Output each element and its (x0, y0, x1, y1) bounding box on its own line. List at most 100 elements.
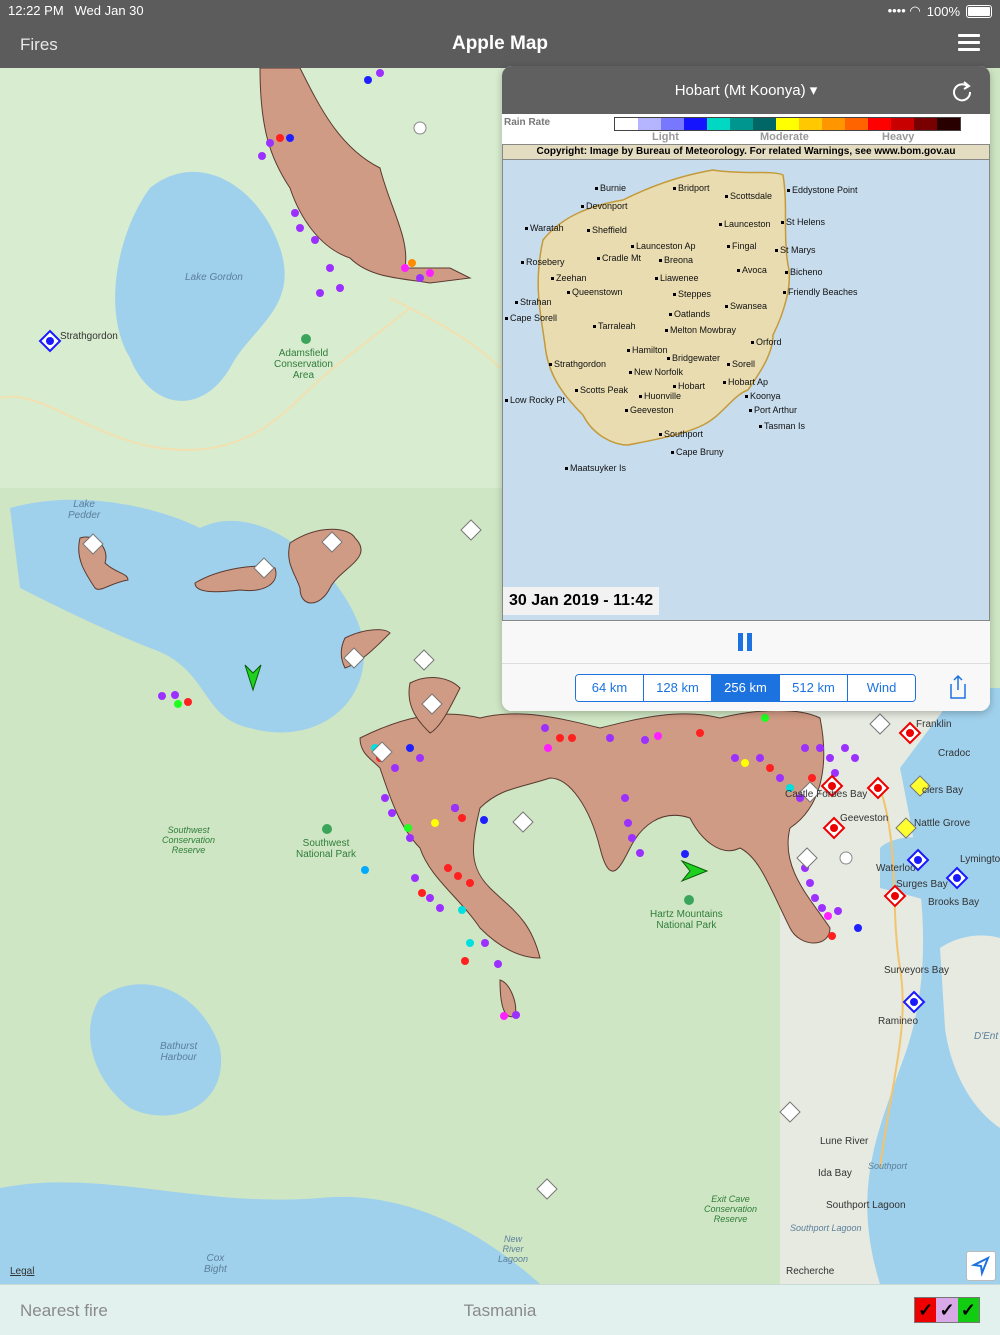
hamburger-menu-icon[interactable] (958, 34, 980, 52)
status-time-date: 12:22 PM Wed Jan 30 (8, 3, 144, 18)
map-label-new-river: New River Lagoon (498, 1234, 529, 1264)
radar-panel: Hobart (Mt Koonya) ▾ Rain Rate Light Mod… (502, 66, 990, 711)
radar-place-label: Waratah (525, 223, 564, 233)
current-location-button[interactable] (966, 1251, 996, 1281)
range-segmented-control: 64 km 128 km 256 km 512 km Wind (575, 674, 916, 702)
range-option[interactable]: 128 km (644, 675, 712, 701)
map-label-southport-water: Southport (868, 1161, 908, 1171)
pause-icon[interactable] (738, 633, 752, 651)
radar-place-label: Huonville (639, 391, 681, 401)
radar-place-label: Sorell (727, 359, 755, 369)
wifi-icon: •••• ◠ (887, 3, 921, 18)
map-label-recherche: Recherche (786, 1266, 835, 1277)
map-label-adamsfield: Adamsfield Conservation Area (274, 348, 333, 381)
page-title: Apple Map (451, 33, 549, 54)
scale-swatch (868, 118, 891, 130)
scale-swatch (730, 118, 753, 130)
radar-location-selector[interactable]: Hobart (Mt Koonya) ▾ (502, 81, 990, 99)
radar-place-label: Breona (659, 255, 693, 265)
radar-place-label: Strahan (515, 297, 552, 307)
filter-check[interactable]: ✓ (957, 1298, 979, 1322)
radar-place-label: Scotts Peak (575, 385, 628, 395)
radar-place-label: Melton Mowbray (665, 325, 736, 335)
radar-place-label: Swansea (725, 301, 767, 311)
filter-check[interactable]: ✓ (915, 1298, 937, 1322)
radar-place-label: Bridport (673, 183, 710, 193)
radar-image: Copyright: Image by Bureau of Meteorolog… (502, 144, 990, 621)
scale-swatch (822, 118, 845, 130)
filter-check[interactable]: ✓ (936, 1298, 958, 1322)
radar-place-label: Zeehan (551, 273, 587, 283)
map-label-cox-bight: Cox Bight (204, 1253, 227, 1275)
scale-swatch (684, 118, 707, 130)
radar-place-label: Sheffield (587, 225, 627, 235)
share-icon[interactable] (948, 674, 968, 700)
range-option[interactable]: 512 km (780, 675, 848, 701)
map-label-surveyors-bay: Surveyors Bay (884, 965, 950, 976)
radar-place-label: Liawenee (655, 273, 699, 283)
scale-swatch (615, 118, 638, 130)
scale-label-heavy: Heavy (882, 131, 915, 143)
radar-place-label: Cradle Mt (597, 253, 641, 263)
radar-place-label: Tasman Is (759, 421, 805, 431)
scale-swatch (638, 118, 661, 130)
playback-controls (502, 621, 990, 664)
radar-place-label: Port Arthur (749, 405, 797, 415)
status-bar: 12:22 PM Wed Jan 30 •••• ◠ 100% (0, 0, 1000, 20)
radar-place-label: Steppes (673, 289, 711, 299)
radar-place-label: Bridgewater (667, 353, 720, 363)
radar-place-label: Launceston (719, 219, 771, 229)
rain-rate-label: Rain Rate (504, 117, 551, 128)
radar-place-label: Devonport (581, 201, 628, 211)
radar-place-label: Strathgordon (549, 359, 606, 369)
legal-link[interactable]: Legal (10, 1266, 34, 1277)
refresh-icon[interactable] (950, 78, 974, 102)
map-label-ida-bay: Ida Bay (818, 1168, 852, 1179)
rain-rate-scale (614, 117, 961, 131)
scale-label-moderate: Moderate (760, 131, 809, 143)
radar-place-label: Hamilton (627, 345, 668, 355)
scale-swatch (661, 118, 684, 130)
radar-place-label: Southport (659, 429, 703, 439)
radar-place-label: Cape Bruny (671, 447, 724, 457)
radar-place-label: Launceston Ap (631, 241, 696, 251)
range-option[interactable]: 64 km (576, 675, 644, 701)
range-option[interactable]: 256 km (712, 675, 780, 701)
scale-swatch (891, 118, 914, 130)
radar-place-label: Geeveston (625, 405, 674, 415)
map-label-geeveston: Geeveston (840, 813, 889, 824)
map-label-brooks-bay: Brooks Bay (928, 897, 980, 908)
scale-swatch (776, 118, 799, 130)
battery-percent: 100% (926, 3, 960, 19)
radar-place-label: Avoca (737, 265, 767, 275)
range-controls: 64 km 128 km 256 km 512 km Wind (502, 664, 990, 711)
map-label-cradoc: Cradoc (938, 748, 971, 759)
map-label-surges-bay: Surges Bay (896, 879, 948, 890)
radar-place-label: St Helens (781, 217, 825, 227)
radar-place-label: Scottsdale (725, 191, 772, 201)
radar-place-label: Low Rocky Pt (505, 395, 565, 405)
map-label-southport-lagoon-water: Southport Lagoon (790, 1223, 862, 1233)
map-label-exit-cave: Exit Cave Conservation Reserve (704, 1194, 758, 1224)
map-label-bathurst: Bathurst Harbour (160, 1041, 198, 1063)
radar-place-label: Cape Sorell (505, 313, 557, 323)
map-label-nattle-grove: Nattle Grove (914, 818, 971, 829)
radar-place-label: Burnie (595, 183, 626, 193)
radar-place-label: Koonya (745, 391, 781, 401)
map-label-cygnet: ciers Bay (922, 785, 964, 796)
map-label-franklin: Franklin (916, 719, 952, 730)
map-label-dent: D'Ent (974, 1031, 999, 1042)
scale-swatch (799, 118, 822, 130)
scale-swatch (845, 118, 868, 130)
map-label-lymington: Lymington (960, 854, 1000, 865)
filter-checkboxes[interactable]: ✓ ✓ ✓ (914, 1297, 980, 1323)
radar-timestamp: 30 Jan 2019 - 11:42 (503, 587, 660, 615)
map-label-southwest-np: Southwest National Park (296, 838, 357, 860)
map-label-southwest-cr: Southwest Conservation Reserve (162, 825, 216, 855)
radar-place-label: New Norfolk (629, 367, 683, 377)
radar-place-label: Oatlands (669, 309, 710, 319)
nav-bar: Fires Apple Map (0, 20, 1000, 68)
radar-place-label: Hobart Ap (723, 377, 768, 387)
range-option[interactable]: Wind (848, 675, 915, 701)
map-label-lune-river: Lune River (820, 1136, 869, 1147)
